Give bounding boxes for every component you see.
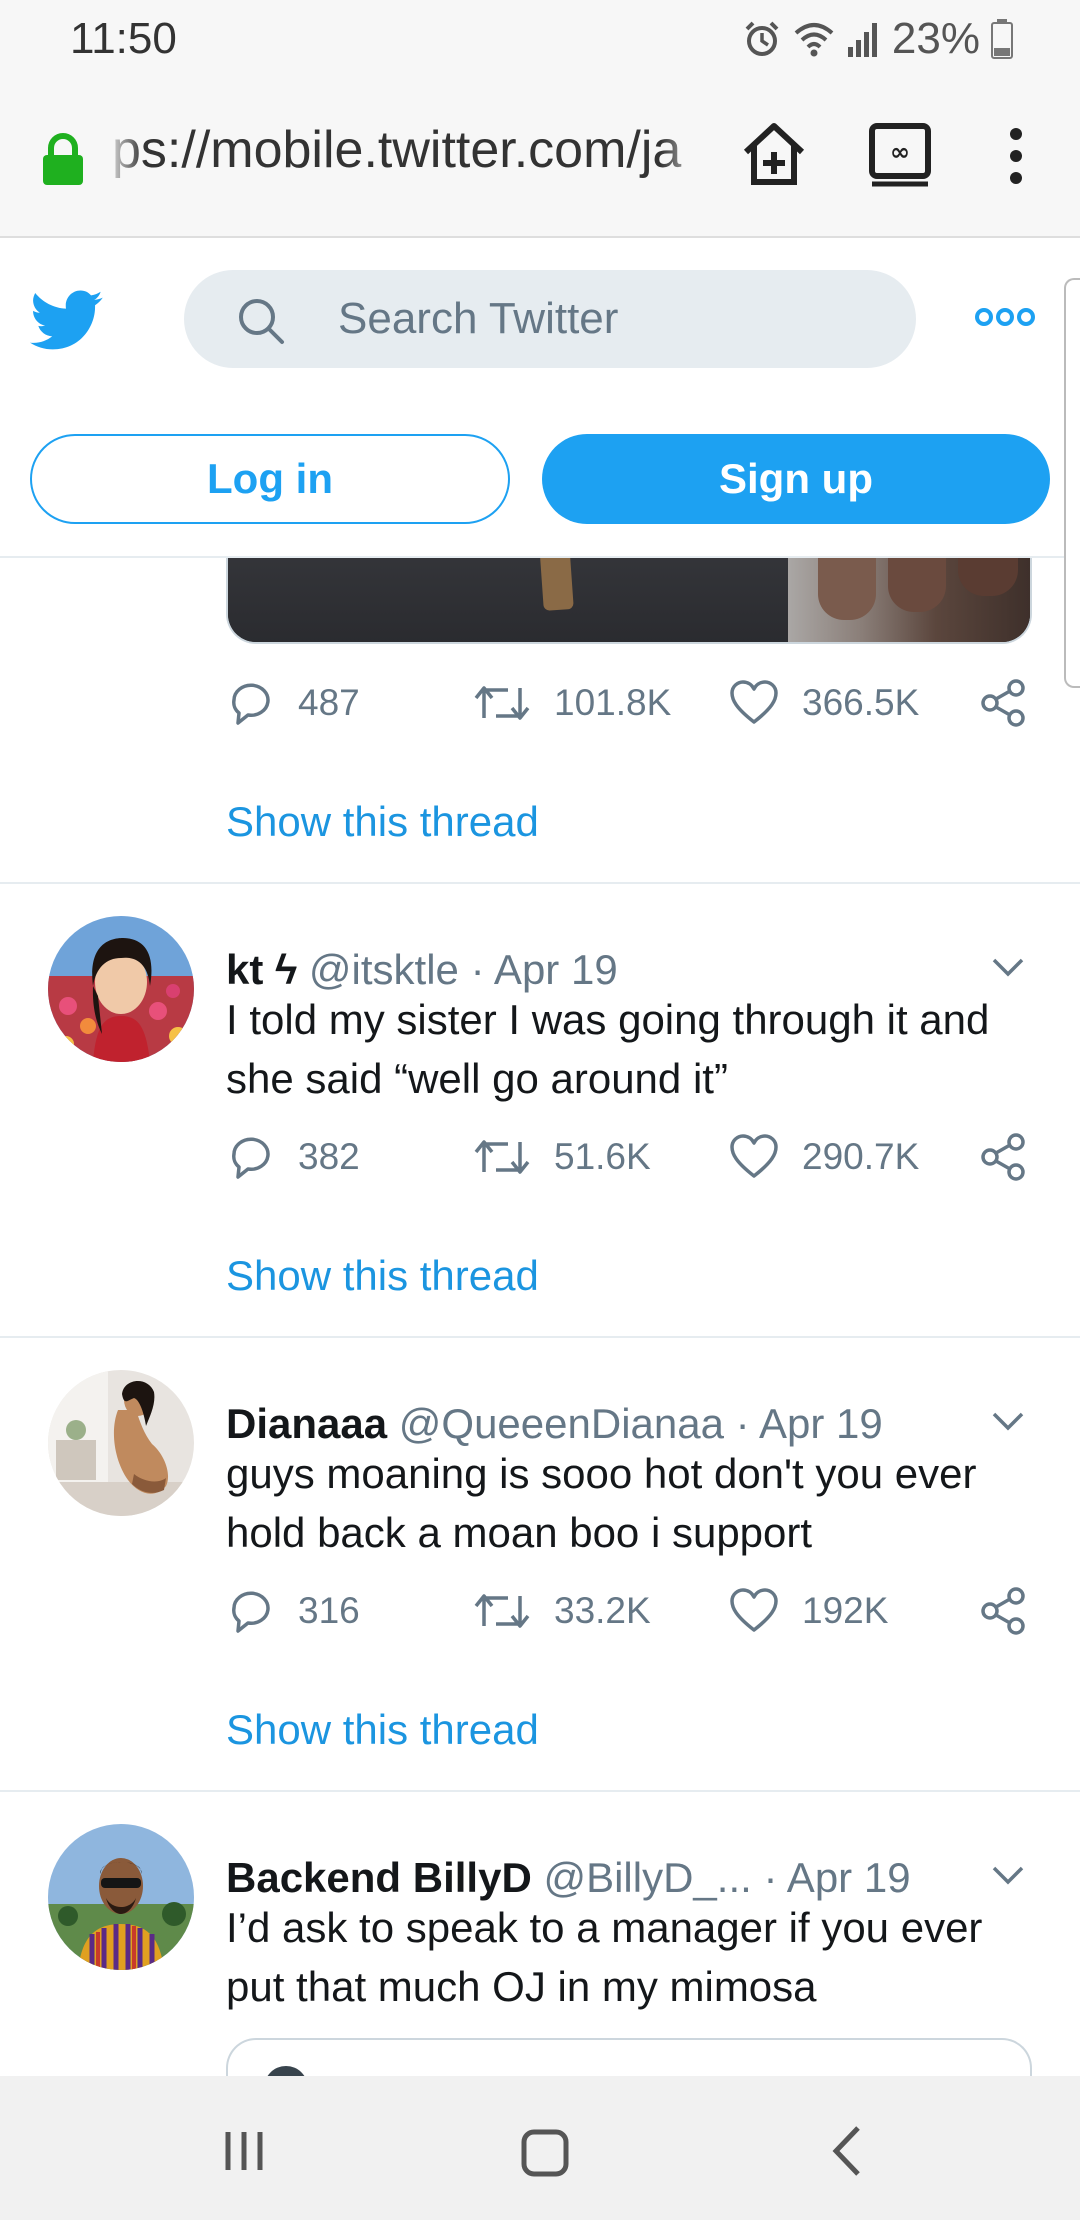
back-icon[interactable] xyxy=(830,2124,864,2183)
reply-count: 382 xyxy=(298,1136,360,1177)
tweet-actions: 382 51.6K 290.7K xyxy=(226,1132,1046,1192)
status-icons: 23% xyxy=(742,14,1014,64)
home-plus-icon[interactable] xyxy=(738,118,810,195)
tweet-date[interactable]: · Apr 19 xyxy=(736,1400,883,1447)
reply-icon xyxy=(232,1137,270,1179)
chevron-down-icon[interactable] xyxy=(990,1410,1026,1439)
alarm-icon xyxy=(742,19,782,59)
svg-text:∞: ∞ xyxy=(890,138,910,166)
show-thread-link[interactable]: Show this thread xyxy=(226,1706,539,1754)
show-thread-link[interactable]: Show this thread xyxy=(226,1252,539,1300)
retweet-button[interactable]: 101.8K xyxy=(472,678,671,728)
retweet-count: 33.2K xyxy=(554,1590,651,1631)
chevron-down-icon[interactable] xyxy=(990,956,1026,985)
tweet-date[interactable]: · Apr 19 xyxy=(471,946,618,993)
heart-icon xyxy=(730,1588,778,1632)
search-placeholder: Search Twitter xyxy=(338,294,619,343)
chevron-down-icon[interactable] xyxy=(990,1864,1026,1893)
reply-count: 487 xyxy=(298,682,360,723)
like-button[interactable]: 192K xyxy=(728,1586,888,1636)
battery-text: 23% xyxy=(891,14,980,63)
search-icon xyxy=(236,296,286,351)
reply-icon xyxy=(232,683,270,725)
show-thread-link[interactable]: Show this thread xyxy=(226,798,539,846)
retweet-button[interactable]: 51.6K xyxy=(472,1132,651,1182)
tabs-icon[interactable]: ∞ xyxy=(868,122,932,193)
signal-icon xyxy=(846,19,882,59)
home-icon[interactable] xyxy=(520,2128,570,2183)
twitter-header: Search Twitter Log in Sign up xyxy=(0,240,1080,558)
tweet-meta: Backend BillyD @BillyD_... · Apr 19 xyxy=(226,1854,911,1902)
menu-icon[interactable] xyxy=(1000,126,1032,191)
retweet-count: 101.8K xyxy=(554,682,672,723)
tweet-actions: 487 101.8K 366.5K xyxy=(226,678,1046,738)
url-fade-right xyxy=(660,114,710,194)
more-options-icon[interactable] xyxy=(974,306,1036,333)
tweet-date[interactable]: · Apr 19 xyxy=(763,1854,910,1901)
reply-button[interactable]: 487 xyxy=(226,678,360,728)
search-box[interactable]: Search Twitter xyxy=(184,270,916,368)
share-icon xyxy=(981,1133,1025,1181)
tweet-item[interactable]: Backend BillyD @BillyD_... · Apr 19 I’d … xyxy=(0,1794,1080,2110)
tweet-item[interactable]: kt ϟ @itsktle · Apr 19 I told my sister … xyxy=(0,886,1080,1338)
lock-icon[interactable] xyxy=(40,132,86,191)
share-button[interactable] xyxy=(978,1586,1028,1636)
tweet-text: I told my sister I was going through it … xyxy=(226,996,990,1102)
like-count: 290.7K xyxy=(802,1136,920,1177)
wifi-icon xyxy=(792,19,836,59)
browser-toolbar: ps://mobile.twitter.com/ja ∞ xyxy=(0,74,1080,238)
display-name[interactable]: Backend BillyD xyxy=(226,1854,532,1901)
twitter-bird-icon[interactable] xyxy=(30,290,104,357)
url-fade-left xyxy=(104,114,144,194)
display-name[interactable]: kt ϟ xyxy=(226,946,297,993)
retweet-count: 51.6K xyxy=(554,1136,651,1177)
share-icon xyxy=(981,679,1025,727)
tweet-item[interactable]: 487 101.8K 366.5K Show this thread xyxy=(0,644,1080,884)
tweet-text: I’d ask to speak to a manager if you eve… xyxy=(226,1904,983,2010)
reply-count: 316 xyxy=(298,1590,360,1631)
address-bar[interactable]: ps://mobile.twitter.com/ja xyxy=(112,120,702,186)
heart-icon xyxy=(730,680,778,724)
like-count: 192K xyxy=(802,1590,889,1631)
tweet-meta: kt ϟ @itsktle · Apr 19 xyxy=(226,946,618,994)
retweet-button[interactable]: 33.2K xyxy=(472,1586,651,1636)
like-button[interactable]: 290.7K xyxy=(728,1132,919,1182)
user-handle[interactable]: @BillyD_... xyxy=(543,1854,751,1901)
tweet-item[interactable]: Dianaaa @QueeenDianaa · Apr 19 guys moan… xyxy=(0,1340,1080,1792)
display-name[interactable]: Dianaaa xyxy=(226,1400,387,1447)
like-count: 366.5K xyxy=(802,682,920,723)
like-button[interactable]: 366.5K xyxy=(728,678,919,728)
tweet-meta: Dianaaa @QueeenDianaa · Apr 19 xyxy=(226,1400,883,1448)
retweet-icon xyxy=(474,1594,530,1628)
user-handle[interactable]: @QueeenDianaa xyxy=(399,1400,724,1447)
tweet-text: guys moaning is sooo hot don't you ever … xyxy=(226,1450,977,1556)
share-button[interactable] xyxy=(978,678,1028,728)
status-time: 11:50 xyxy=(70,14,177,63)
heart-icon xyxy=(730,1134,778,1178)
recent-apps-icon[interactable] xyxy=(222,2128,268,2179)
retweet-icon xyxy=(474,686,530,720)
system-nav-bar xyxy=(0,2076,1080,2220)
avatar[interactable] xyxy=(48,1824,194,1970)
signup-button[interactable]: Sign up xyxy=(542,434,1050,524)
avatar[interactable] xyxy=(48,916,194,1062)
reply-button[interactable]: 316 xyxy=(226,1586,360,1636)
status-bar: 11:50 23% xyxy=(0,0,1080,74)
login-button[interactable]: Log in xyxy=(30,434,510,524)
retweet-icon xyxy=(474,1140,530,1174)
share-button[interactable] xyxy=(978,1132,1028,1182)
scrollbar[interactable] xyxy=(1064,278,1080,688)
battery-icon xyxy=(990,18,1014,60)
user-handle[interactable]: @itsktle xyxy=(309,946,459,993)
reply-icon xyxy=(232,1591,270,1633)
share-icon xyxy=(981,1587,1025,1635)
avatar[interactable] xyxy=(48,1370,194,1516)
reply-button[interactable]: 382 xyxy=(226,1132,360,1182)
tweet-actions: 316 33.2K 192K xyxy=(226,1586,1046,1646)
